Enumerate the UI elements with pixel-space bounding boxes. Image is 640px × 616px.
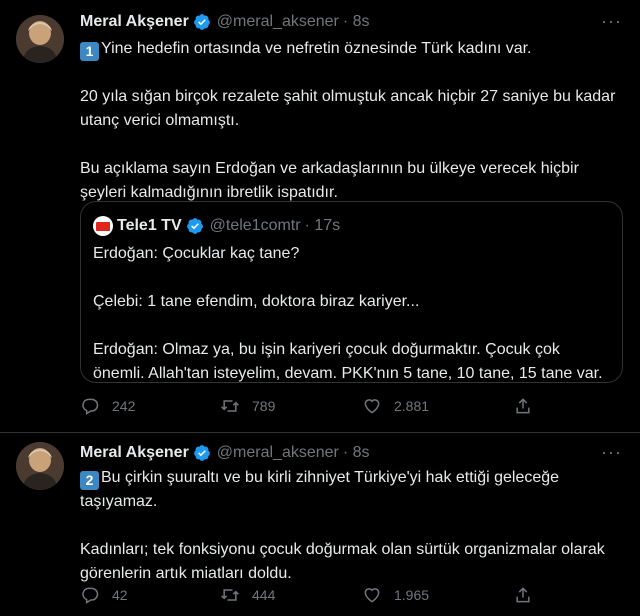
tweet-paragraph: Kadınları; tek fonksiyonu çocuk doğurmak… bbox=[80, 541, 605, 582]
like-button[interactable]: 2.881 bbox=[362, 396, 429, 416]
quote-avatar bbox=[93, 216, 113, 236]
like-count: 1.965 bbox=[394, 587, 430, 603]
tweet-paragraph: Bu açıklama sayın Erdoğan ve arkadaşları… bbox=[80, 160, 579, 201]
quote-text: Erdoğan: Çocuklar kaç tane? Çelebi: 1 ta… bbox=[93, 242, 613, 386]
tweet-2[interactable]: Meral Akşener @meral_aksener · 8s ··· 2B… bbox=[0, 433, 640, 616]
share-icon bbox=[516, 587, 530, 603]
avatar[interactable] bbox=[16, 442, 64, 490]
retweet-count: 444 bbox=[252, 587, 276, 603]
heart-icon bbox=[364, 588, 380, 603]
tele1-logo-icon bbox=[96, 221, 110, 231]
tweet-text: 2 Bu çirkin şuuraltı ve bu kirli zihniyet… bbox=[80, 466, 625, 586]
reply-count: 42 bbox=[112, 587, 128, 603]
reply-count: 242 bbox=[112, 398, 136, 414]
keycap-1-icon: 1 bbox=[80, 42, 99, 61]
author-name[interactable]: Meral Akşener bbox=[80, 444, 189, 462]
tweet-actions: 42 444 1.965 bbox=[80, 585, 530, 609]
quote-author-name: Tele1 TV bbox=[117, 217, 182, 234]
author-handle[interactable]: @meral_aksener bbox=[217, 444, 339, 462]
verified-badge-icon bbox=[193, 14, 210, 30]
like-button[interactable]: 1.965 bbox=[362, 585, 429, 605]
author-name[interactable]: Meral Akşener bbox=[80, 13, 189, 31]
reply-icon bbox=[82, 587, 99, 604]
verified-badge-icon bbox=[186, 218, 203, 234]
reply-button[interactable]: 42 bbox=[80, 585, 128, 605]
keycap-2-icon: 2 bbox=[80, 471, 99, 490]
quote-author-handle: @tele1comtr bbox=[209, 217, 301, 234]
avatar-image bbox=[16, 442, 64, 490]
share-button[interactable] bbox=[513, 396, 533, 416]
retweet-icon bbox=[221, 400, 239, 412]
timestamp[interactable]: · 8s bbox=[343, 13, 370, 31]
tweet-paragraph: Yine hedefin ortasında ve nefretin öznes… bbox=[101, 40, 532, 57]
tweet-paragraph: 20 yıla sığan birçok rezalete şahit olmu… bbox=[80, 88, 616, 129]
reply-icon bbox=[82, 398, 99, 415]
tweet-actions: 242 789 2.881 bbox=[80, 396, 530, 420]
heart-icon bbox=[364, 399, 380, 414]
verified-badge-icon bbox=[193, 445, 210, 461]
quote-paragraph: Erdoğan: Olmaz ya, bu işin kariyeri çocu… bbox=[93, 341, 603, 382]
retweet-count: 789 bbox=[252, 398, 276, 414]
quote-timestamp: · 17s bbox=[304, 217, 341, 234]
share-icon bbox=[516, 398, 530, 414]
avatar[interactable] bbox=[16, 15, 64, 63]
reply-button[interactable]: 242 bbox=[80, 396, 135, 416]
tweet-1[interactable]: Meral Akşener @meral_aksener · 8s ··· 1Y… bbox=[0, 0, 640, 432]
timestamp[interactable]: · 8s bbox=[343, 444, 370, 462]
like-count: 2.881 bbox=[394, 398, 430, 414]
tweet-text: 1 Yine hedefin ortasında ve nefretin özne… bbox=[80, 37, 625, 205]
retweet-button[interactable]: 789 bbox=[220, 396, 275, 416]
tweet-paragraph: Bu çirkin şuuraltı ve bu kirli zihniyet … bbox=[80, 469, 560, 510]
quoted-tweet[interactable]: Tele1 TV @tele1comtr · 17s Erdoğan: Çocu… bbox=[80, 201, 623, 383]
quote-paragraph: Çelebi: 1 tane efendim, doktora biraz ka… bbox=[93, 293, 420, 310]
more-icon[interactable]: ··· bbox=[601, 442, 622, 463]
share-button[interactable] bbox=[513, 585, 533, 605]
avatar-image bbox=[16, 15, 64, 63]
author-handle[interactable]: @meral_aksener bbox=[217, 13, 339, 31]
retweet-button[interactable]: 444 bbox=[220, 585, 275, 605]
quote-paragraph: Erdoğan: Çocuklar kaç tane? bbox=[93, 245, 300, 262]
more-icon[interactable]: ··· bbox=[601, 11, 622, 32]
retweet-icon bbox=[221, 589, 239, 601]
